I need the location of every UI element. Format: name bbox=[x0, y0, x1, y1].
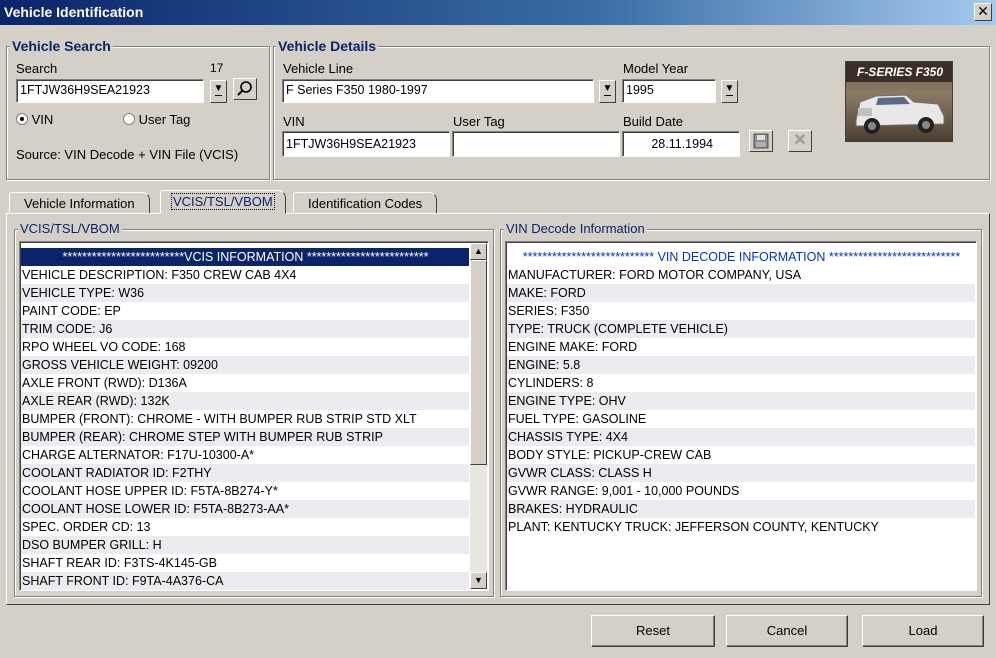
list-item[interactable]: PAINT CODE: EP bbox=[21, 302, 469, 320]
title-bar: Vehicle Identification bbox=[0, 0, 996, 25]
vcis-scrollbar[interactable]: ▲ ▼ bbox=[470, 243, 487, 589]
list-header-row[interactable]: *************************VCIS INFORMATIO… bbox=[21, 248, 469, 266]
search-dropdown-button[interactable]: ▼ bbox=[210, 80, 227, 103]
chevron-down-icon: ▼ bbox=[602, 83, 613, 94]
chevron-down-icon: ▼ bbox=[724, 83, 735, 94]
vin-radio-indicator[interactable] bbox=[16, 113, 28, 125]
list-item[interactable]: SHAFT FRONT ID: F9TA-4A376-CA bbox=[21, 572, 469, 590]
list-item[interactable]: DSO BUMPER GRILL: H bbox=[21, 536, 469, 554]
arrow-down-icon: ▼ bbox=[474, 575, 483, 585]
list-item[interactable]: RPO WHEEL VO CODE: 168 bbox=[21, 338, 469, 356]
save-button[interactable] bbox=[749, 130, 773, 152]
list-item[interactable]: BUMPER (REAR): CHROME STEP WITH BUMPER R… bbox=[21, 428, 469, 446]
vcis-group-title: VCIS/TSL/VBOM bbox=[18, 221, 122, 236]
list-item[interactable]: PLANT: KENTUCKY TRUCK: JEFFERSON COUNTY,… bbox=[507, 518, 975, 536]
vcis-rows: *************************VCIS INFORMATIO… bbox=[21, 248, 469, 590]
list-item[interactable]: AXLE REAR (RWD): 132K bbox=[21, 392, 469, 410]
list-item[interactable]: GVWR RANGE: 9,001 - 10,000 POUNDS bbox=[507, 482, 975, 500]
user-tag-label: User Tag bbox=[453, 114, 505, 129]
list-item[interactable]: BUMPER (FRONT): CHROME - WITH BUMPER RUB… bbox=[21, 410, 469, 428]
vcis-list[interactable]: *************************VCIS INFORMATIO… bbox=[19, 241, 489, 591]
load-button[interactable]: Load bbox=[862, 615, 984, 647]
cancel-button[interactable]: Cancel bbox=[726, 615, 848, 647]
clear-button[interactable]: ✕ bbox=[788, 130, 812, 152]
model-year-dropdown-button[interactable]: ▼ bbox=[721, 80, 738, 103]
list-item[interactable]: VEHICLE DESCRIPTION: F350 CREW CAB 4X4 bbox=[21, 266, 469, 284]
tab-vcis-tsl-vbom[interactable]: VCIS/TSL/VBOM bbox=[160, 190, 286, 214]
vehicle-image: F-SERIES F350 bbox=[845, 61, 953, 142]
list-item[interactable]: BODY STYLE: PICKUP-CREW CAB bbox=[507, 446, 975, 464]
list-item[interactable]: AXLE FRONT (RWD): D136A bbox=[21, 374, 469, 392]
scroll-thumb[interactable] bbox=[470, 260, 487, 465]
list-item[interactable]: TYPE: TRUCK (COMPLETE VEHICLE) bbox=[507, 320, 975, 338]
list-item[interactable]: ENGINE: 5.8 bbox=[507, 356, 975, 374]
list-item[interactable]: GVWR CLASS: CLASS H bbox=[507, 464, 975, 482]
list-item[interactable]: CYLINDERS: 8 bbox=[507, 374, 975, 392]
vin-radio-label: VIN bbox=[31, 112, 54, 127]
source-text: Source: VIN Decode + VIN File (VCIS) bbox=[16, 147, 239, 162]
list-item[interactable]: SHAFT REAR ID: F3TS-4K145-GB bbox=[21, 554, 469, 572]
vehicle-line-select[interactable]: F Series F350 1980-1997 bbox=[282, 79, 594, 103]
list-item[interactable]: VEHICLE TYPE: W36 bbox=[21, 284, 469, 302]
list-item[interactable]: CHARGE ALTERNATOR: F17U-10300-A* bbox=[21, 446, 469, 464]
search-label: Search bbox=[16, 61, 58, 76]
list-item[interactable]: SPEC. ORDER CD: 13 bbox=[21, 518, 469, 536]
list-item[interactable]: MAKE: FORD bbox=[507, 284, 975, 302]
list-item[interactable]: FUEL TYPE: GASOLINE bbox=[507, 410, 975, 428]
list-item[interactable]: TRIM CODE: J6 bbox=[21, 320, 469, 338]
search-button[interactable] bbox=[233, 78, 257, 100]
list-item[interactable]: SERIES: F350 bbox=[507, 302, 975, 320]
user-tag-radio-indicator[interactable] bbox=[123, 113, 135, 125]
vin-radio[interactable]: VIN bbox=[16, 112, 53, 127]
list-item[interactable]: COOLANT HOSE UPPER ID: F5TA-8B274-Y* bbox=[21, 482, 469, 500]
close-window-button[interactable]: ✕ bbox=[974, 3, 992, 21]
reset-button[interactable]: Reset bbox=[591, 615, 715, 647]
list-item[interactable]: COOLANT HOSE LOWER ID: F5TA-8B273-AA* bbox=[21, 500, 469, 518]
list-item[interactable]: BRAKES: HYDRAULIC bbox=[507, 500, 975, 518]
tab-vehicle-information[interactable]: Vehicle Information bbox=[9, 192, 150, 214]
chevron-down-icon: ▼ bbox=[213, 83, 224, 94]
vehicle-line-label: Vehicle Line bbox=[283, 61, 354, 76]
list-item[interactable]: COOLANT RADIATOR ID: F2THY bbox=[21, 464, 469, 482]
search-input[interactable]: 1FTJW36H9SEA21923 bbox=[16, 79, 204, 103]
user-tag-radio[interactable]: User Tag bbox=[123, 112, 190, 127]
list-item[interactable]: ENGINE TYPE: OHV bbox=[507, 392, 975, 410]
vehicle-line-dropdown-button[interactable]: ▼ bbox=[599, 80, 616, 103]
user-tag-radio-label: User Tag bbox=[138, 112, 191, 127]
floppy-disk-icon bbox=[753, 133, 769, 149]
close-icon: ✕ bbox=[977, 3, 989, 19]
window-title: Vehicle Identification bbox=[4, 4, 144, 20]
vehicle-details-title: Vehicle Details bbox=[276, 38, 379, 54]
arrow-up-icon: ▲ bbox=[474, 246, 483, 256]
scroll-up-button[interactable]: ▲ bbox=[470, 243, 487, 260]
list-item[interactable]: ENGINE MAKE: FORD bbox=[507, 338, 975, 356]
vehicle-image-caption: F-SERIES F350 bbox=[856, 65, 944, 79]
search-char-count: 17 bbox=[210, 61, 224, 75]
list-header-row[interactable]: *************************** VIN DECODE I… bbox=[507, 248, 975, 266]
vin-field[interactable]: 1FTJW36H9SEA21923 bbox=[282, 131, 450, 157]
tab-vcis-tsl-vbom-label: VCIS/TSL/VBOM bbox=[171, 193, 275, 210]
scroll-down-button[interactable]: ▼ bbox=[470, 572, 487, 589]
vin-decode-list[interactable]: *************************** VIN DECODE I… bbox=[505, 241, 977, 591]
user-tag-field[interactable] bbox=[452, 131, 620, 157]
vehicle-search-title: Vehicle Search bbox=[10, 38, 113, 54]
list-item[interactable]: MANUFACTURER: FORD MOTOR COMPANY, USA bbox=[507, 266, 975, 284]
vin-rows: *************************** VIN DECODE I… bbox=[507, 248, 975, 536]
list-item[interactable]: GROSS VEHICLE WEIGHT: 09200 bbox=[21, 356, 469, 374]
vin-label: VIN bbox=[283, 114, 305, 129]
search-icon bbox=[237, 81, 252, 96]
tab-identification-codes[interactable]: Identification Codes bbox=[293, 192, 438, 214]
model-year-label: Model Year bbox=[623, 61, 689, 76]
build-date-field[interactable]: 28.11.1994 bbox=[622, 131, 740, 157]
model-year-select[interactable]: 1995 bbox=[622, 79, 716, 103]
vin-decode-group-title: VIN Decode Information bbox=[504, 221, 647, 236]
close-icon: ✕ bbox=[793, 132, 807, 149]
build-date-label: Build Date bbox=[623, 114, 683, 129]
list-item[interactable]: CHASSIS TYPE: 4X4 bbox=[507, 428, 975, 446]
